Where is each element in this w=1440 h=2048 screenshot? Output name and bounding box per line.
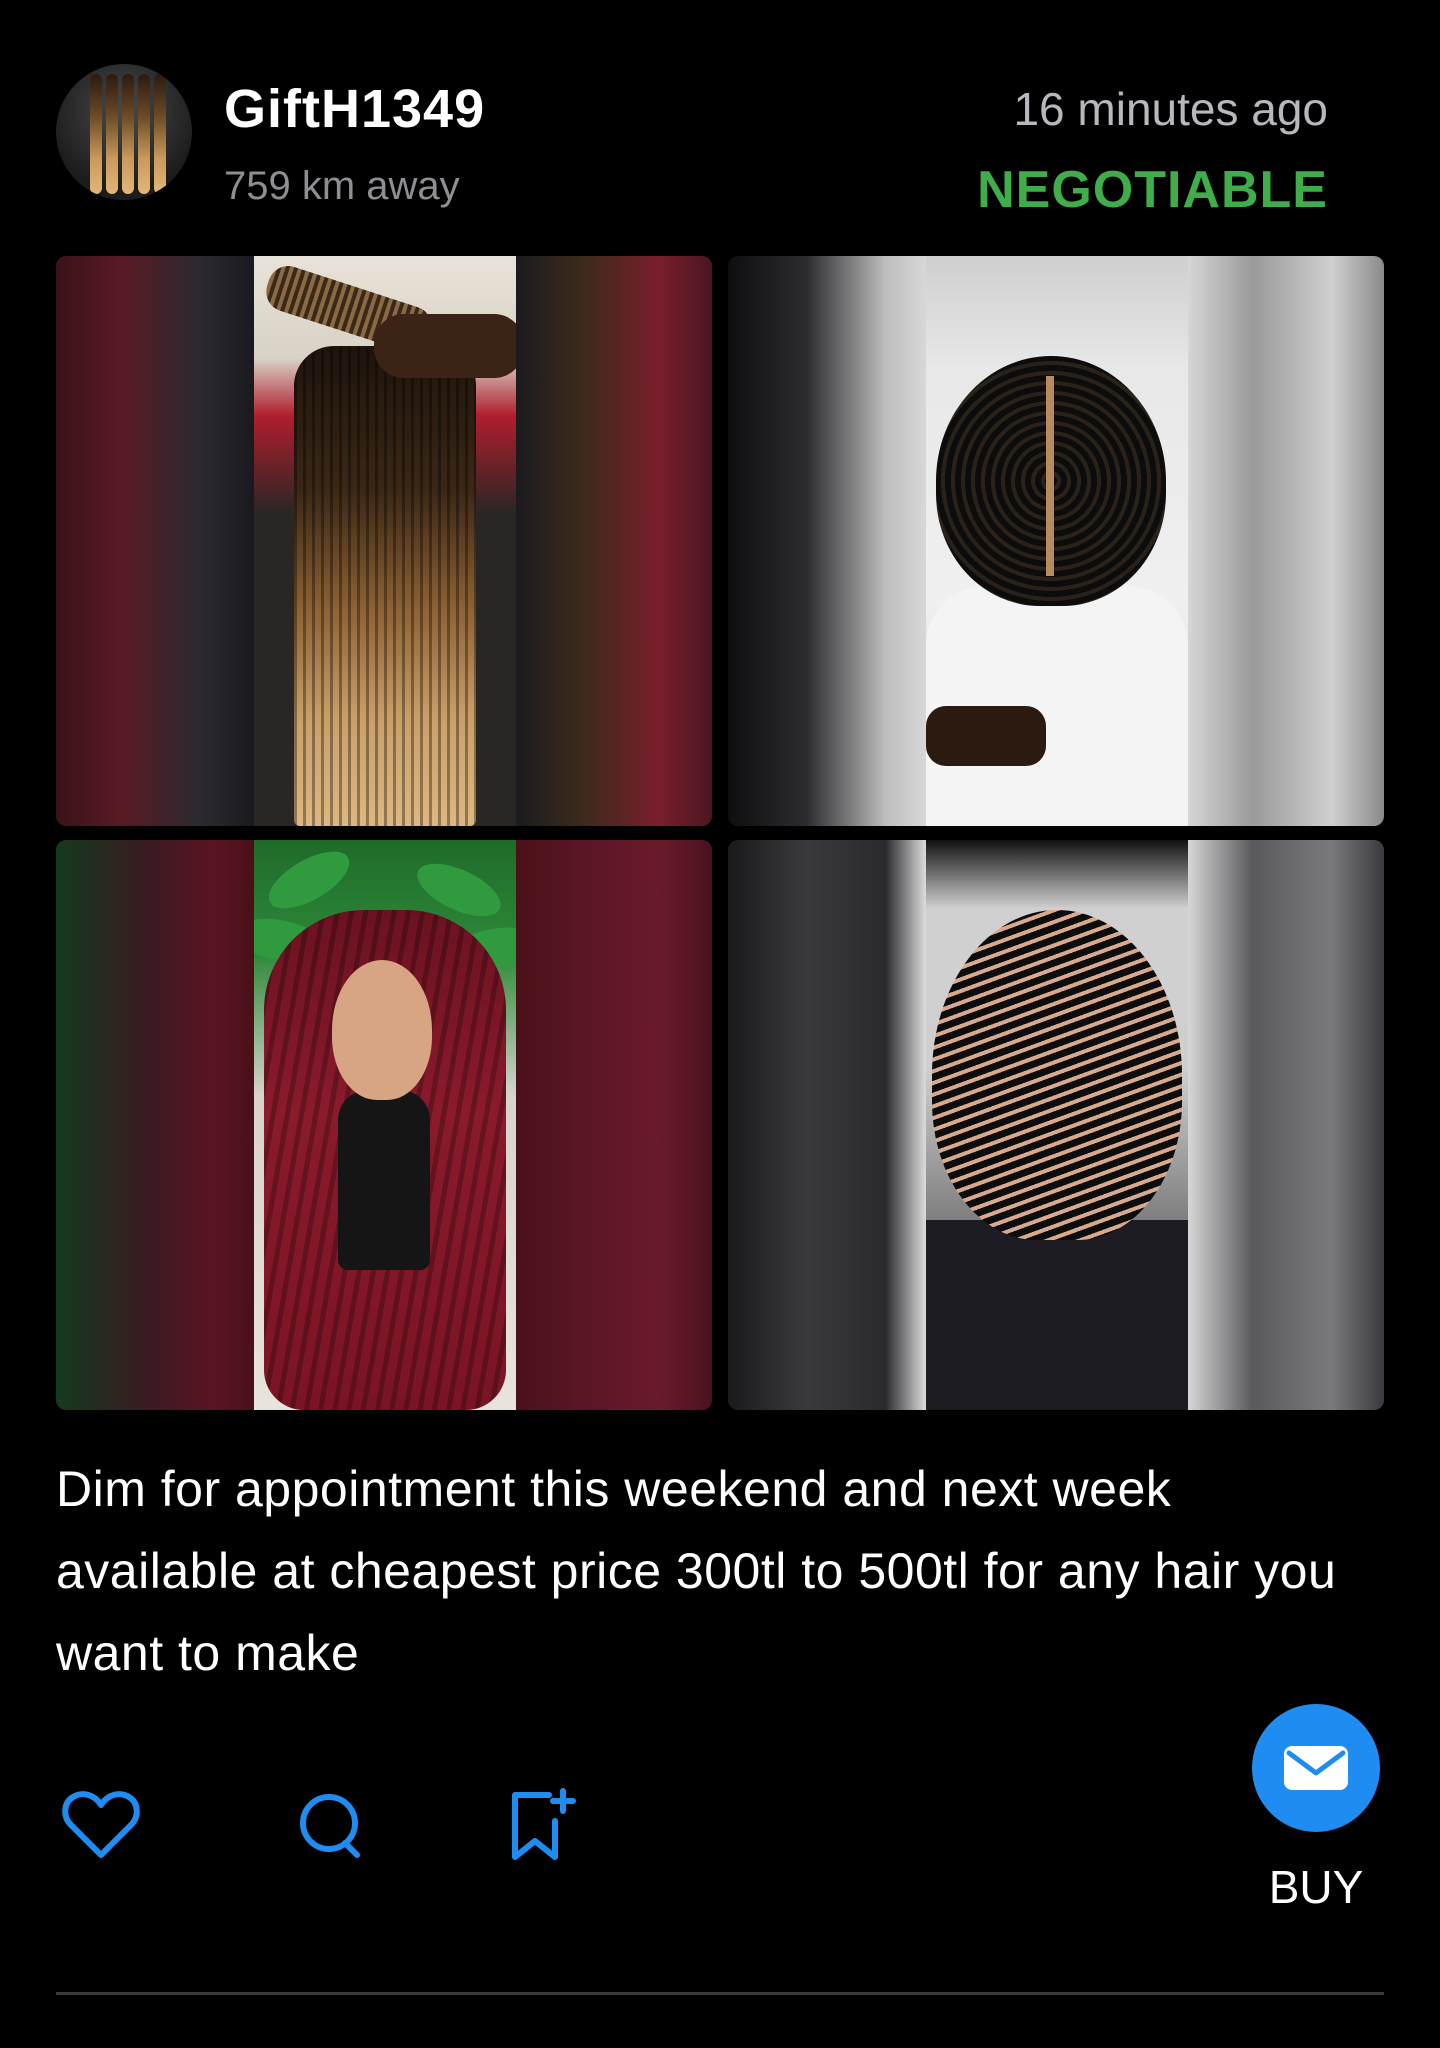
post-image-3[interactable] bbox=[56, 840, 712, 1410]
post-header: GiftH1349 759 km away 16 minutes ago NEG… bbox=[0, 0, 1440, 240]
buy-circle[interactable] bbox=[1252, 1704, 1380, 1832]
envelope-icon bbox=[1284, 1746, 1348, 1790]
like-button[interactable] bbox=[56, 1780, 146, 1870]
distance-label: 759 km away bbox=[224, 164, 460, 208]
post-timestamp: 16 minutes ago bbox=[1013, 83, 1328, 135]
bookmark-add-icon bbox=[512, 1788, 576, 1860]
post-image-2[interactable] bbox=[728, 256, 1384, 826]
post-caption: Dim for appointment this weekend and nex… bbox=[56, 1461, 1337, 1681]
username[interactable]: GiftH1349 bbox=[224, 78, 485, 140]
heart-icon bbox=[62, 1791, 140, 1858]
buy-button[interactable]: BUY bbox=[1246, 1704, 1386, 1914]
post-image-grid bbox=[56, 256, 1384, 1410]
comment-button[interactable] bbox=[286, 1780, 376, 1870]
avatar[interactable] bbox=[56, 64, 192, 200]
post-image-1[interactable] bbox=[56, 256, 712, 826]
comment-icon bbox=[300, 1794, 360, 1858]
price-status-badge: NEGOTIABLE bbox=[977, 161, 1328, 219]
post-divider bbox=[56, 1992, 1384, 1995]
save-button[interactable] bbox=[496, 1780, 586, 1870]
buy-label[interactable]: BUY bbox=[1246, 1860, 1386, 1914]
post-actions: BUY bbox=[56, 1704, 1386, 1920]
post-image-4[interactable] bbox=[728, 840, 1384, 1410]
